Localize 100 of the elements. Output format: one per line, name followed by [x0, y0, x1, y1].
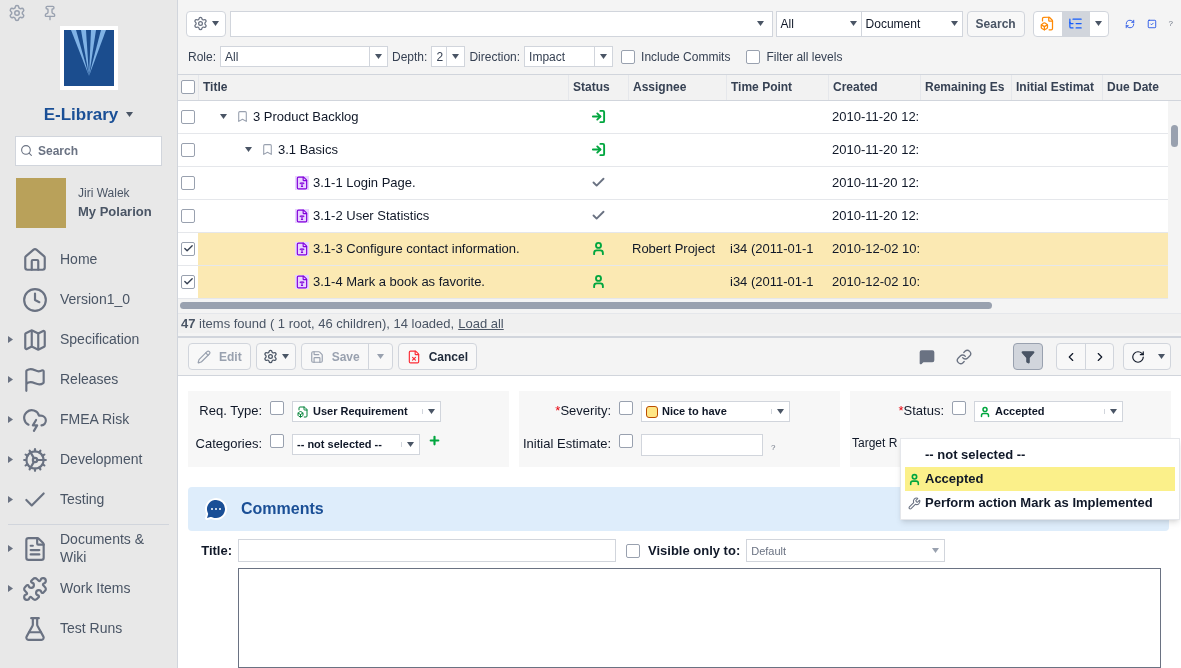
user-name: Jiri Walek — [78, 184, 131, 202]
column-header[interactable]: Due Date — [1102, 74, 1168, 100]
flask-icon — [22, 615, 48, 642]
column-header[interactable]: Remaining Es — [920, 74, 1011, 100]
checkbox[interactable] — [270, 434, 284, 448]
help-link[interactable]: ? — [1168, 17, 1173, 30]
depth-dropdown[interactable]: 2 — [431, 46, 466, 67]
req-type-dropdown[interactable]: User Requirement — [292, 401, 441, 422]
requirement-icon — [295, 208, 309, 223]
nav-item[interactable]: Testing — [0, 479, 177, 520]
nav-item[interactable]: FMEA Risk — [0, 399, 177, 440]
time-point-cell-text: i34 (2011-01-1 — [730, 273, 814, 292]
caret-icon — [8, 336, 13, 343]
checklist-icon[interactable] — [1146, 18, 1157, 29]
scope-dropdown[interactable]: All — [776, 11, 862, 36]
my-polarion-link[interactable]: My Polarion — [78, 201, 152, 222]
caret-icon — [932, 548, 940, 553]
caret-icon — [376, 354, 384, 360]
link-icon[interactable] — [956, 348, 972, 365]
comment-icon[interactable] — [919, 348, 935, 365]
type-dropdown[interactable]: Document — [861, 11, 962, 36]
table-row[interactable]: 3.1-4 Mark a book as favorite. i34 (2011-01-1 2010-12-02 10: — [178, 265, 1168, 299]
direction-dropdown[interactable]: Impact — [524, 46, 614, 67]
search-button[interactable]: Search — [966, 10, 1025, 37]
comment-title-field[interactable] — [238, 539, 616, 562]
title-cell-text: 3 Product Backlog — [253, 108, 359, 127]
checkbox[interactable] — [619, 401, 633, 415]
caret-icon — [849, 21, 857, 27]
column-header[interactable]: Time Point — [726, 74, 828, 100]
cancel-button[interactable]: Cancel — [397, 343, 478, 371]
nav-item[interactable]: Development — [0, 439, 177, 480]
pin-icon[interactable] — [42, 5, 58, 21]
checkbox[interactable] — [181, 241, 195, 256]
status-dropdown[interactable]: Accepted — [974, 401, 1123, 422]
menu-option[interactable]: -- not selected -- — [905, 443, 1175, 467]
initial-estimate-field[interactable] — [641, 434, 763, 456]
nav-item[interactable]: Releases — [0, 359, 177, 400]
person-icon — [590, 274, 606, 290]
checkbox[interactable] — [181, 80, 195, 95]
checkbox[interactable] — [181, 109, 195, 124]
checkbox[interactable] — [619, 434, 633, 448]
add-icon[interactable] — [428, 434, 441, 447]
nav-item[interactable]: Documents & Wiki — [0, 528, 177, 569]
assignee-cell-text: Robert Project — [632, 240, 716, 259]
nav-item[interactable]: Specification — [0, 319, 177, 360]
column-header[interactable]: Title — [198, 74, 568, 100]
settings-menu-button[interactable] — [255, 343, 296, 371]
checkbox[interactable] — [621, 49, 636, 64]
severity-dropdown[interactable]: Nice to have — [641, 401, 790, 422]
role-dropdown[interactable]: All — [220, 46, 388, 67]
document-icon — [1040, 16, 1056, 32]
caret-icon — [211, 21, 219, 27]
title-cell-text: 3.1-3 Configure contact information. — [313, 240, 520, 259]
menu-option[interactable]: Perform action Mark as Implemented — [905, 491, 1175, 515]
settings-icon[interactable] — [8, 4, 26, 22]
project-name[interactable]: E-Library — [43, 102, 119, 128]
query-field[interactable] — [229, 10, 773, 37]
nav-item[interactable]: Work Items — [0, 568, 177, 609]
column-header[interactable]: Status — [568, 74, 628, 100]
column-header[interactable]: Created — [828, 74, 920, 100]
help-hint[interactable]: ? — [771, 442, 776, 454]
checkbox[interactable] — [181, 142, 195, 157]
created-cell-text: 2010-11-20 12: — [832, 141, 920, 160]
results-summary: 47 items found ( 1 root, 46 children), 14 loaded, — [181, 314, 455, 333]
column-header[interactable]: Initial Estimat — [1011, 74, 1102, 100]
checkbox[interactable] — [181, 274, 195, 289]
document-icon — [22, 535, 48, 562]
speech-bubble-icon — [204, 497, 228, 521]
checkbox[interactable] — [746, 49, 761, 64]
checkbox[interactable] — [270, 401, 284, 415]
column-header[interactable]: Assignee — [628, 74, 726, 100]
nav-item[interactable]: Test Runs — [0, 608, 177, 649]
visibility-dropdown[interactable]: Default — [746, 539, 946, 562]
categories-dropdown[interactable]: -- not selected -- — [292, 434, 420, 455]
checkbox[interactable] — [181, 208, 195, 223]
nav-item[interactable]: Home — [0, 239, 177, 280]
nav-item[interactable]: Version1_0 — [0, 279, 177, 320]
caret-icon — [1110, 409, 1117, 414]
tree-icon — [1068, 16, 1084, 32]
caret-icon — [8, 496, 13, 503]
settings-menu-button[interactable] — [186, 10, 226, 37]
refresh-icon[interactable] — [1124, 18, 1135, 29]
time-point-cell-text: i34 (2011-01-1 — [730, 240, 814, 259]
checkbox[interactable] — [952, 401, 966, 415]
person-icon — [907, 472, 921, 486]
checkbox[interactable] — [626, 543, 640, 558]
table-row[interactable]: 3.1-3 Configure contact information. Robert Project i34 (2011-01-1 2010-12-02 10: — [178, 232, 1168, 266]
filter-button[interactable] — [1013, 343, 1043, 371]
caret-icon — [407, 442, 414, 447]
tree-view-button[interactable] — [1061, 11, 1090, 36]
menu-option[interactable]: Accepted — [905, 467, 1175, 491]
caret-icon — [8, 456, 13, 463]
horizontal-scrollbar[interactable] — [180, 302, 992, 310]
flag-icon — [22, 366, 48, 393]
comment-text-area[interactable] — [238, 568, 1161, 668]
search-field[interactable]: Search — [15, 135, 162, 166]
checkbox[interactable] — [181, 175, 195, 190]
field-label: *Severity: — [554, 402, 611, 420]
load-all-link[interactable]: Load all — [458, 313, 504, 334]
vertical-scrollbar[interactable] — [1171, 124, 1178, 147]
